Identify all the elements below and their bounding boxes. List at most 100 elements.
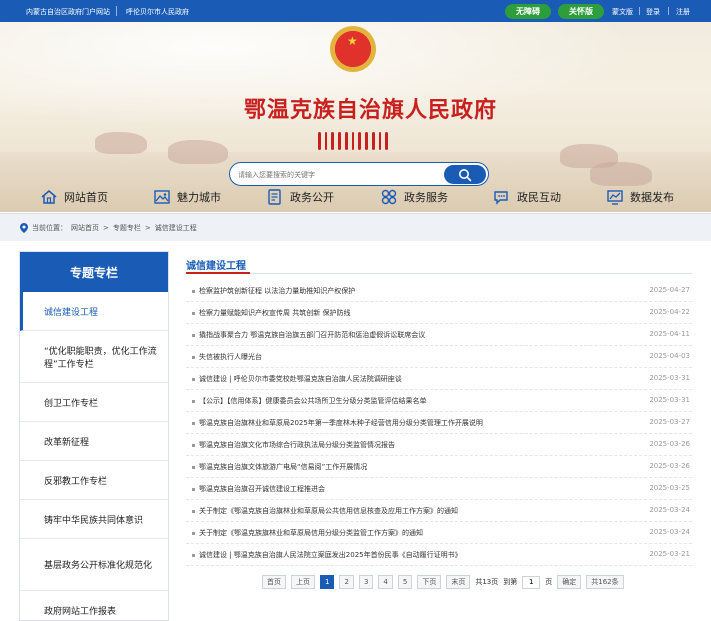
page-button[interactable]: 4 bbox=[378, 575, 393, 589]
goto-unit: 页 bbox=[545, 578, 553, 586]
list-item-title[interactable]: 诚信建设 | 呼伦贝尔市委党校赴鄂温克族自治旗人民法院调研座谈 bbox=[199, 374, 402, 384]
list-item[interactable]: 【公示】【信用体系】健康委员会公共场所卫生分级分类监管评估结果名单 2025-03… bbox=[186, 390, 692, 412]
breadcrumb-item-topics[interactable]: 专题专栏 bbox=[113, 223, 141, 233]
bullet-icon bbox=[192, 444, 195, 447]
topbar-divider bbox=[668, 7, 669, 15]
nav-home[interactable]: 网站首页 bbox=[40, 186, 108, 208]
sidebar-item-website-report[interactable]: 政府网站工作报表 bbox=[20, 591, 168, 621]
list-item-title[interactable]: 【公示】【信用体系】健康委员会公共场所卫生分级分类监管评估结果名单 bbox=[199, 396, 427, 406]
breadcrumb-item-home[interactable]: 网站首页 bbox=[71, 223, 99, 233]
section-divider-accent bbox=[186, 272, 250, 274]
inner-mongolia-gov-link[interactable]: 内蒙古自治区政府门户网站 bbox=[26, 7, 110, 17]
confirm-button[interactable]: 确定 bbox=[557, 575, 582, 589]
list-item[interactable]: 诚信建设 | 呼伦贝尔市委党校赴鄂温克族自治旗人民法院调研座谈 2025-03-3… bbox=[186, 368, 692, 390]
list-item-date: 2025-04-22 bbox=[649, 308, 690, 316]
list-item-title[interactable]: 检察监护筑创新征程 以法治力量助推知识产权保护 bbox=[199, 286, 355, 296]
bullet-icon bbox=[192, 554, 195, 557]
sidebar-item-label: 铸牢中华民族共同体意识 bbox=[44, 515, 144, 526]
page-button-current[interactable]: 1 bbox=[320, 575, 335, 589]
list-item[interactable]: 鄂温克族自治旗林业和草原局2025年第一季度林木种子经营信用分级分类管理工作开展… bbox=[186, 412, 692, 434]
list-item-title[interactable]: 撬指战事聚合力 鄂温克族自治旗五部门召开防范和惩治虚假诉讼联席会议 bbox=[199, 330, 425, 340]
breadcrumb-separator: > bbox=[103, 224, 109, 232]
goto-page-input[interactable] bbox=[522, 575, 541, 589]
nav-label: 政务公开 bbox=[290, 191, 334, 204]
list-item-date: 2025-04-11 bbox=[649, 330, 690, 338]
sidebar-item-optimize-functions[interactable]: “优化职能职责，优化工作流程”工作专栏 bbox=[20, 331, 168, 383]
horse-illustration bbox=[168, 140, 228, 164]
page-button[interactable]: 5 bbox=[397, 575, 413, 589]
nav-interaction[interactable]: 政民互动 bbox=[493, 186, 561, 208]
breadcrumb: 当前位置： 网站首页 > 专题专栏 > 诚信建设工程 bbox=[0, 213, 711, 241]
last-page-button[interactable]: 末页 bbox=[446, 575, 471, 589]
login-link[interactable]: 登录 bbox=[646, 7, 660, 17]
sidebar-item-reform[interactable]: 改革新征程 bbox=[20, 422, 168, 461]
nav-gov-services[interactable]: 政务服务 bbox=[380, 186, 448, 208]
bullet-icon bbox=[192, 400, 195, 403]
list-item-title[interactable]: 关于制定《鄂温克族自治旗林业和草原局公共信用信息核查及应用工作方案》的通知 bbox=[199, 506, 458, 516]
bullet-icon bbox=[192, 488, 195, 491]
list-item-title[interactable]: 失信被执行人曝光台 bbox=[199, 352, 262, 362]
sidebar-item-health-city[interactable]: 创卫工作专栏 bbox=[20, 383, 168, 422]
image-icon bbox=[154, 190, 170, 204]
first-page-button[interactable]: 首页 bbox=[262, 575, 286, 589]
section-divider bbox=[186, 273, 692, 274]
bullet-icon bbox=[192, 312, 195, 315]
list-item[interactable]: 检察力量赋能知识产权宣传周 共筑创新 保护防线 2025-04-22 bbox=[186, 302, 692, 324]
sidebar-item-label: 政府网站工作报表 bbox=[44, 606, 117, 617]
grid-icon bbox=[381, 189, 397, 205]
mongolian-version-link[interactable]: 蒙文版 bbox=[612, 7, 633, 17]
list-item[interactable]: 鄂温克族自治旗文体旅游广电局“信易阅”工作开展情况 2025-03-26 bbox=[186, 456, 692, 478]
list-item[interactable]: 检察监护筑创新征程 以法治力量助推知识产权保护 2025-04-27 bbox=[186, 280, 692, 302]
list-item-date: 2025-03-24 bbox=[649, 528, 690, 536]
list-item-title[interactable]: 鄂温克族自治旗召开诚信建设工程推进会 bbox=[199, 484, 325, 494]
sidebar-item-national-unity[interactable]: 铸牢中华民族共同体意识 bbox=[20, 500, 168, 539]
sidebar-item-gov-openness-standard[interactable]: 基层政务公开标准化规范化 bbox=[20, 539, 168, 591]
list-item[interactable]: 关于制定《鄂温克族旗林业和草原局信用分级分类监管工作方案》的通知 2025-03-… bbox=[186, 522, 692, 544]
total-items-text: 共162条 bbox=[586, 575, 624, 589]
accessibility-button[interactable]: 无障碍 bbox=[505, 4, 551, 19]
search-input[interactable] bbox=[238, 168, 438, 181]
list-item-date: 2025-03-25 bbox=[649, 484, 690, 492]
mongolian-script-title bbox=[318, 132, 389, 150]
list-item-title[interactable]: 鄂温克族自治旗文体旅游广电局“信易阅”工作开展情况 bbox=[199, 462, 367, 472]
horse-illustration bbox=[95, 132, 147, 154]
hulunbuir-gov-link[interactable]: 呼伦贝尔市人民政府 bbox=[126, 7, 189, 17]
goto-label: 到第 bbox=[503, 578, 518, 586]
sidebar-item-credit-construction[interactable]: 诚信建设工程 bbox=[20, 292, 168, 331]
page-button[interactable]: 2 bbox=[339, 575, 354, 589]
list-item-title[interactable]: 诚信建设 | 鄂温克族自治旗人民法院立案庭发出2025年首份民事《自动履行证明书… bbox=[199, 550, 462, 560]
chart-icon bbox=[607, 190, 623, 205]
list-item-title[interactable]: 鄂温克族自治旗文化市场综合行政执法局分级分类监管情况报告 bbox=[199, 440, 395, 450]
list-item[interactable]: 关于制定《鄂温克族自治旗林业和草原局公共信用信息核查及应用工作方案》的通知 202… bbox=[186, 500, 692, 522]
list-item-date: 2025-03-31 bbox=[649, 374, 690, 382]
list-item[interactable]: 失信被执行人曝光台 2025-04-03 bbox=[186, 346, 692, 368]
list-item[interactable]: 鄂温克族自治旗召开诚信建设工程推进会 2025-03-25 bbox=[186, 478, 692, 500]
chat-icon bbox=[494, 191, 508, 205]
list-item-date: 2025-03-26 bbox=[649, 462, 690, 470]
sidebar-item-label: 改革新征程 bbox=[44, 437, 90, 448]
search-icon bbox=[459, 168, 472, 181]
next-page-button[interactable]: 下页 bbox=[417, 575, 442, 589]
nav-charm-city[interactable]: 魅力城市 bbox=[153, 186, 221, 208]
sidebar-item-label: 反邪教工作专栏 bbox=[44, 476, 108, 487]
bullet-icon bbox=[192, 532, 195, 535]
sidebar-item-anti-cult[interactable]: 反邪教工作专栏 bbox=[20, 461, 168, 500]
list-item[interactable]: 撬指战事聚合力 鄂温克族自治旗五部门召开防范和惩治虚假诉讼联席会议 2025-04… bbox=[186, 324, 692, 346]
nav-data-release[interactable]: 数据发布 bbox=[606, 186, 674, 208]
breadcrumb-item-current: 诚信建设工程 bbox=[154, 224, 197, 232]
nav-gov-affairs-open[interactable]: 政务公开 bbox=[266, 186, 334, 208]
prev-page-button[interactable]: 上页 bbox=[291, 575, 315, 589]
bullet-icon bbox=[192, 510, 195, 513]
sidebar-item-label: “优化职能职责，优化工作流程”工作专栏 bbox=[44, 346, 157, 370]
list-item[interactable]: 鄂温克族自治旗文化市场综合行政执法局分级分类监管情况报告 2025-03-26 bbox=[186, 434, 692, 456]
list-item-title[interactable]: 鄂温克族自治旗林业和草原局2025年第一季度林木种子经营信用分级分类管理工作开展… bbox=[199, 418, 483, 428]
list-item-title[interactable]: 关于制定《鄂温克族旗林业和草原局信用分级分类监管工作方案》的通知 bbox=[199, 528, 423, 538]
page-button[interactable]: 3 bbox=[358, 575, 374, 589]
list-item-title[interactable]: 检察力量赋能知识产权宣传周 共筑创新 保护防线 bbox=[199, 308, 350, 318]
list-item-date: 2025-03-24 bbox=[649, 506, 690, 514]
topbar-divider bbox=[116, 6, 117, 16]
list-item[interactable]: 诚信建设 | 鄂温克族自治旗人民法院立案庭发出2025年首份民事《自动履行证明书… bbox=[186, 544, 692, 566]
nav-label: 魅力城市 bbox=[177, 191, 221, 204]
register-link[interactable]: 注册 bbox=[676, 7, 690, 17]
elderly-care-mode-button[interactable]: 关怀版 bbox=[558, 4, 604, 19]
